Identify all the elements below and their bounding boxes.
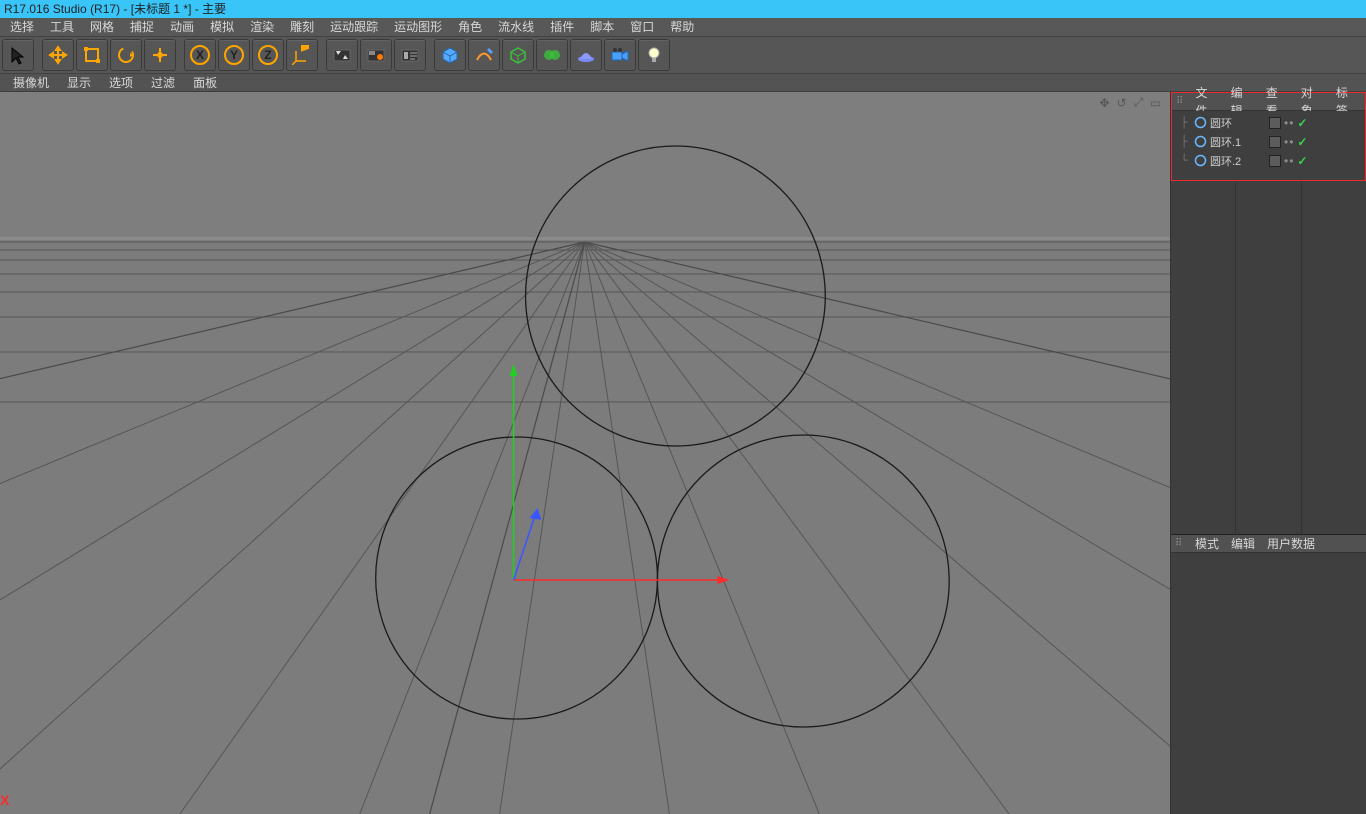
menu-item[interactable]: 捕捉 xyxy=(122,18,162,36)
y-axis-button[interactable]: Y xyxy=(218,39,250,71)
rotate-tool-button[interactable] xyxy=(110,39,142,71)
enabled-check-icon[interactable]: ✓ xyxy=(1297,116,1307,130)
z-axis-button[interactable]: Z xyxy=(252,39,284,71)
object-row[interactable]: ├ 圆环 •• ✓ xyxy=(1172,113,1365,132)
menu-item[interactable]: 角色 xyxy=(450,18,490,36)
environment-button[interactable] xyxy=(570,39,602,71)
spline-icon xyxy=(1193,135,1207,149)
object-row[interactable]: ├ 圆环.1 •• ✓ xyxy=(1172,132,1365,151)
layer-color-icon[interactable] xyxy=(1269,136,1281,148)
x-axis-button[interactable]: X xyxy=(184,39,216,71)
viewport-menu-bar: 摄像机 显示 选项 过滤 面板 xyxy=(0,74,1366,92)
main-menu-bar: 选择 工具 网格 捕捉 动画 模拟 渲染 雕刻 运动跟踪 运动图形 角色 流水线… xyxy=(0,18,1366,36)
title-bar: R17.016 Studio (R17) - [未标题 1 *] - 主要 xyxy=(0,0,1366,18)
menu-item[interactable]: 模拟 xyxy=(202,18,242,36)
pan-icon[interactable]: ✥ xyxy=(1098,96,1111,109)
visibility-dots-icon[interactable]: •• xyxy=(1284,135,1294,149)
camera-button[interactable] xyxy=(604,39,636,71)
tree-branch-icon: ├ xyxy=(1178,135,1190,148)
attribute-manager-tabs: ⠿ 模式 编辑 用户数据 xyxy=(1171,535,1366,553)
menu-item[interactable]: 雕刻 xyxy=(282,18,322,36)
spline-button[interactable] xyxy=(468,39,500,71)
menu-item[interactable]: 选择 xyxy=(2,18,42,36)
object-manager-empty xyxy=(1171,181,1366,534)
menu-item[interactable]: 动画 xyxy=(162,18,202,36)
viewport-menu-item[interactable]: 摄像机 xyxy=(4,74,58,92)
scale-tool-button[interactable] xyxy=(76,39,108,71)
menu-item[interactable]: 工具 xyxy=(42,18,82,36)
visibility-dots-icon[interactable]: •• xyxy=(1284,154,1294,168)
viewport-menu-item[interactable]: 显示 xyxy=(58,74,100,92)
visibility-dots-icon[interactable]: •• xyxy=(1284,116,1294,130)
menu-item[interactable]: 运动跟踪 xyxy=(322,18,386,36)
viewport-menu-item[interactable]: 选项 xyxy=(100,74,142,92)
enabled-check-icon[interactable]: ✓ xyxy=(1297,135,1307,149)
menu-item[interactable]: 运动图形 xyxy=(386,18,450,36)
object-label: 圆环.1 xyxy=(1210,134,1266,150)
menu-item[interactable]: 帮助 xyxy=(662,18,702,36)
move-tool-button[interactable] xyxy=(42,39,74,71)
menu-item[interactable]: 流水线 xyxy=(490,18,542,36)
orbit-icon[interactable]: ↺ xyxy=(1115,96,1128,109)
generator-button[interactable] xyxy=(502,39,534,71)
attribute-manager: ⠿ 模式 编辑 用户数据 xyxy=(1171,534,1366,814)
object-row[interactable]: └ 圆环.2 •• ✓ xyxy=(1172,151,1365,170)
light-button[interactable] xyxy=(638,39,670,71)
panel-tab[interactable]: 模式 xyxy=(1189,535,1225,553)
render-view-button[interactable] xyxy=(326,39,358,71)
object-label: 圆环.2 xyxy=(1210,153,1266,169)
viewport-menu-item[interactable]: 面板 xyxy=(184,74,226,92)
panel-tab[interactable]: 编辑 xyxy=(1225,535,1261,553)
axis-indicator: X xyxy=(0,792,9,808)
menu-item[interactable]: 插件 xyxy=(542,18,582,36)
maximize-icon[interactable]: ▭ xyxy=(1149,96,1162,109)
panel-grip-icon[interactable]: ⠿ xyxy=(1176,96,1189,107)
render-settings-button[interactable] xyxy=(394,39,426,71)
layer-color-icon[interactable] xyxy=(1269,155,1281,167)
menu-item[interactable]: 窗口 xyxy=(622,18,662,36)
object-manager-tabs: ⠿ 文件 编辑 查看 对象 标签 xyxy=(1172,93,1365,111)
panel-tab[interactable]: 用户数据 xyxy=(1261,535,1321,553)
zoom-icon[interactable]: ⤢ xyxy=(1132,96,1145,109)
menu-item[interactable]: 网格 xyxy=(82,18,122,36)
svg-text:Y: Y xyxy=(230,48,238,62)
viewport-canvas xyxy=(0,92,1170,814)
menu-item[interactable]: 脚本 xyxy=(582,18,622,36)
viewport-menu-item[interactable]: 过滤 xyxy=(142,74,184,92)
object-manager[interactable]: ├ 圆环 •• ✓ ├ 圆环.1 •• ✓ └ 圆环.2 •• xyxy=(1171,111,1366,181)
layer-color-icon[interactable] xyxy=(1269,117,1281,129)
panel-grip-icon[interactable]: ⠿ xyxy=(1175,538,1189,549)
spline-icon xyxy=(1193,116,1207,130)
tree-branch-icon: ├ xyxy=(1178,116,1190,129)
tree-branch-icon: └ xyxy=(1178,154,1190,167)
main-toolbar: X Y Z xyxy=(0,36,1366,74)
svg-text:X: X xyxy=(196,48,204,62)
object-label: 圆环 xyxy=(1210,115,1266,131)
render-region-button[interactable] xyxy=(360,39,392,71)
viewport-3d[interactable]: ✥ ↺ ⤢ ▭ X xyxy=(0,92,1171,814)
cursor-tool-button[interactable] xyxy=(2,39,34,71)
menu-item[interactable]: 渲染 xyxy=(242,18,282,36)
svg-text:Z: Z xyxy=(264,48,271,62)
coord-system-button[interactable] xyxy=(286,39,318,71)
free-transform-button[interactable] xyxy=(144,39,176,71)
attribute-body xyxy=(1171,553,1366,814)
deformer-button[interactable] xyxy=(536,39,568,71)
primitive-button[interactable] xyxy=(434,39,466,71)
viewport-nav-icons: ✥ ↺ ⤢ ▭ xyxy=(1098,96,1162,109)
spline-icon xyxy=(1193,154,1207,168)
enabled-check-icon[interactable]: ✓ xyxy=(1297,154,1307,168)
